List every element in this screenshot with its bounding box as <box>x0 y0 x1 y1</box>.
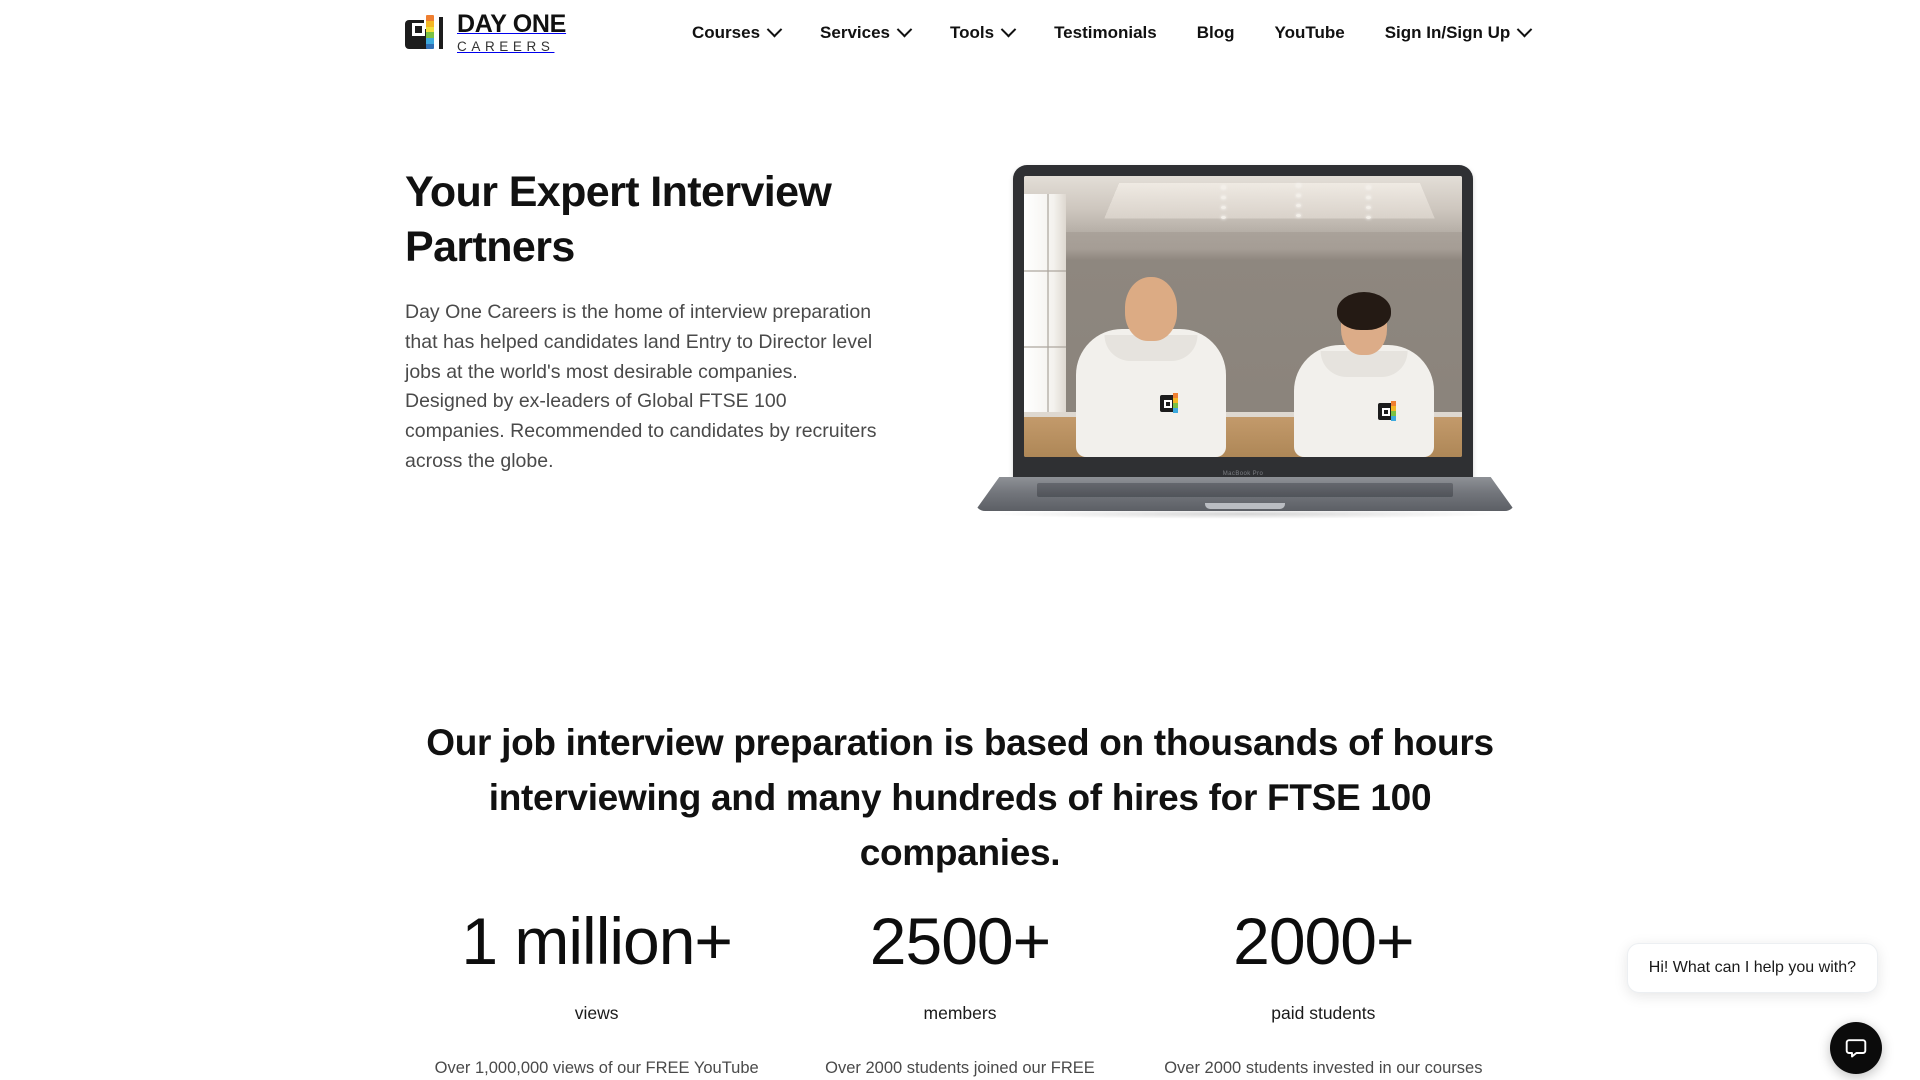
stat-item-views: 1 million+ views Over 1,000,000 views of… <box>415 908 778 1080</box>
chevron-down-icon <box>1517 21 1533 38</box>
stat-item-members: 2500+ members Over 2000 students joined … <box>778 908 1141 1080</box>
nav-item-testimonials[interactable]: Testimonials <box>1034 0 1177 65</box>
presenter-left <box>1076 277 1226 457</box>
chevron-down-icon <box>1000 21 1017 38</box>
main-navigation: Courses Services Tools Testimonials Blog… <box>672 0 1550 65</box>
stat-label-views: views <box>574 1003 619 1023</box>
logo-color-stripe <box>426 15 434 49</box>
nav-item-blog[interactable]: Blog <box>1177 0 1255 65</box>
laptop-lid: MacBook Pro <box>1013 165 1473 485</box>
nav-item-courses[interactable]: Courses <box>672 0 800 65</box>
laptop-keyboard <box>1037 483 1453 497</box>
laptop-device-label: MacBook Pro <box>1222 471 1264 477</box>
stat-number-members: 2500+ <box>869 904 1051 978</box>
stats-section-heading: Our job interview preparation is based o… <box>426 722 1494 874</box>
presenter-left-hoodie <box>1076 329 1226 457</box>
nav-label-testimonials: Testimonials <box>1054 22 1157 42</box>
day-one-careers-logo-mark <box>405 15 445 51</box>
stat-label-members: members <box>923 1003 997 1023</box>
page-title: Your Expert Interview Partners <box>405 168 832 271</box>
chat-greeting-bubble[interactable]: Hi! What can I help you with? <box>1626 943 1878 993</box>
presenter-right <box>1294 292 1434 457</box>
hero-paragraph: Day One Careers is the home of interview… <box>405 301 877 473</box>
nav-item-tools[interactable]: Tools <box>930 0 1034 65</box>
stat-description-paid-students: Over 2000 students invested in our cours… <box>1164 1059 1483 1077</box>
presenter-right-hoodie <box>1294 345 1434 457</box>
presenter-right-hair <box>1337 292 1391 330</box>
site-header: DAY ONE CAREERS Courses Services Tools T… <box>0 0 1920 65</box>
stats-row: 1 million+ views Over 1,000,000 views of… <box>415 908 1505 1080</box>
laptop-front-notch <box>1205 503 1285 509</box>
site-logo[interactable]: DAY ONE CAREERS <box>405 11 566 55</box>
room-ceiling <box>1024 176 1462 232</box>
chat-launcher-button[interactable] <box>1830 1022 1882 1074</box>
stat-label-paid-students: paid students <box>1271 1003 1376 1023</box>
room-window <box>1024 194 1066 424</box>
hoodie-logo-icon <box>1160 393 1182 415</box>
logo-secondary-text: CAREERS <box>457 39 555 55</box>
logo-primary-text: DAY ONE <box>457 10 567 39</box>
chat-bubble-icon <box>1845 1039 1867 1058</box>
stat-description-members: Over 2000 students joined our FREE <box>825 1059 1095 1077</box>
nav-label-services: Services <box>820 22 890 42</box>
nav-item-services[interactable]: Services <box>800 0 930 65</box>
nav-item-sign-in-sign-up[interactable]: Sign In/Sign Up <box>1365 0 1551 65</box>
nav-label-tools: Tools <box>949 22 995 42</box>
hoodie-logo-icon <box>1378 401 1400 423</box>
nav-item-youtube[interactable]: YouTube <box>1255 0 1365 65</box>
nav-label-courses: Courses <box>692 22 761 42</box>
stat-item-paid-students: 2000+ paid students Over 2000 students i… <box>1142 908 1505 1080</box>
chevron-down-icon <box>766 21 783 38</box>
nav-label-sign-in-sign-up: Sign In/Sign Up <box>1384 22 1511 42</box>
stat-number-views: 1 million+ <box>461 904 733 978</box>
stat-description-views: Over 1,000,000 views of our FREE YouTube <box>434 1059 759 1077</box>
presenter-left-head <box>1125 277 1177 341</box>
laptop-video-still: MacBook Pro <box>975 165 1515 525</box>
logo-wordmark: DAY ONE CAREERS <box>457 12 566 54</box>
nav-label-youtube: YouTube <box>1274 22 1345 42</box>
laptop-screen <box>1024 176 1462 457</box>
logo-divider-bar <box>439 17 443 49</box>
nav-label-blog: Blog <box>1196 22 1235 42</box>
chevron-down-icon <box>896 21 913 38</box>
stat-number-paid-students: 2000+ <box>1233 904 1414 978</box>
